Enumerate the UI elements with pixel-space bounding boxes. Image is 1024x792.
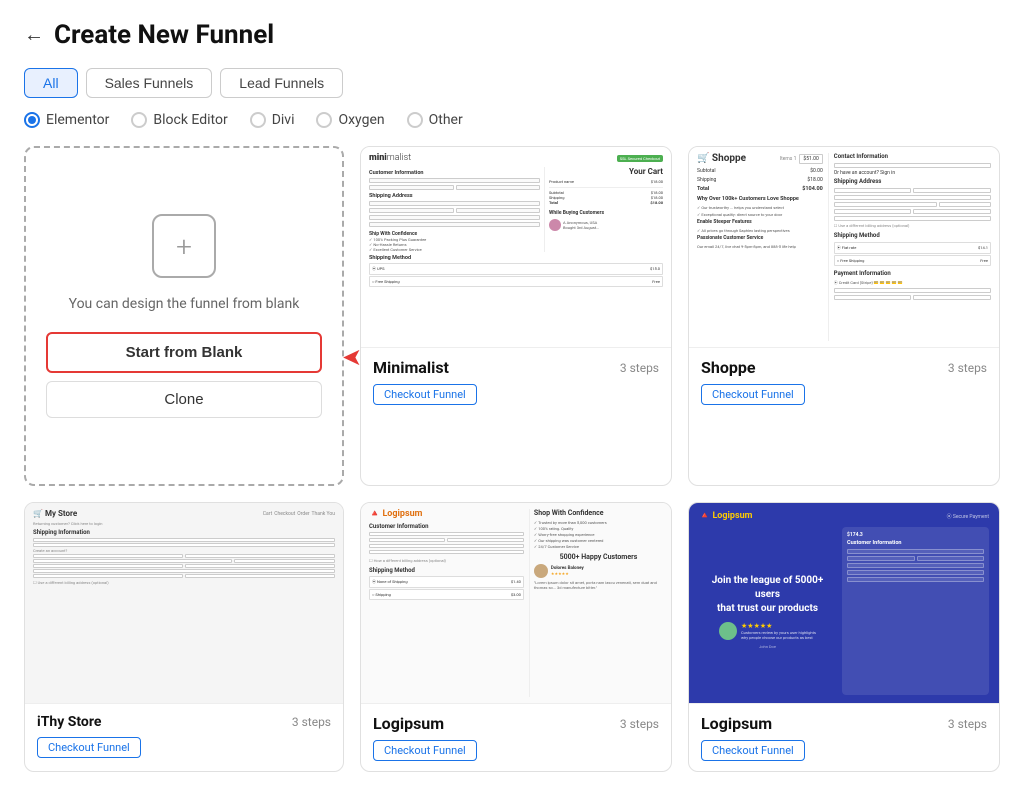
funnel-preview-minimalist: minimalist SSL Secured Checkout Customer… bbox=[361, 147, 671, 347]
funnel-name-logipsum2: Logipsum 3 steps bbox=[701, 714, 987, 733]
funnel-card-info-mystore: iThy Store 3 steps Checkout Funnel bbox=[25, 703, 343, 768]
funnel-grid-bottom: 🛒 My Store CartCheckoutOrderThank You Re… bbox=[24, 502, 1000, 772]
preview-minimalist-logo: minimalist bbox=[369, 153, 411, 163]
funnel-name-mystore: iThy Store 3 steps bbox=[37, 714, 331, 730]
radio-other-label: Other bbox=[429, 112, 463, 128]
funnel-card-info-logipsum: Logipsum 3 steps Checkout Funnel bbox=[361, 703, 671, 771]
funnel-name-minimalist: Minimalist 3 steps bbox=[373, 358, 659, 377]
preview-shipping-method: Shipping Method bbox=[369, 255, 663, 261]
funnel-card-info-shoppe: Shoppe 3 steps Checkout Funnel bbox=[689, 347, 999, 415]
funnel-name-logipsum: Logipsum 3 steps bbox=[373, 714, 659, 733]
radio-divi[interactable]: Divi bbox=[250, 112, 295, 128]
back-button[interactable]: ← bbox=[24, 24, 44, 47]
blank-card-description: You can design the funnel from blank bbox=[69, 296, 300, 312]
radio-other-circle bbox=[407, 112, 423, 128]
preview-section-shipping: Shipping Address bbox=[369, 193, 540, 199]
radio-group: Elementor Block Editor Divi Oxygen Other bbox=[24, 112, 1000, 128]
blank-card-icon: + bbox=[152, 214, 216, 278]
back-arrow-icon: ← bbox=[24, 24, 44, 47]
radio-elementor[interactable]: Elementor bbox=[24, 112, 109, 128]
page-header: ← Create New Funnel bbox=[24, 20, 1000, 50]
page-wrapper: ← Create New Funnel All Sales Funnels Le… bbox=[0, 0, 1024, 792]
radio-oxygen-label: Oxygen bbox=[338, 112, 384, 128]
funnel-card-info-logipsum2: Logipsum 3 steps Checkout Funnel bbox=[689, 703, 999, 771]
red-arrow-icon: ➤ bbox=[342, 343, 362, 371]
radio-block-editor-label: Block Editor bbox=[153, 112, 227, 128]
funnel-card-info-minimalist: Minimalist 3 steps Checkout Funnel bbox=[361, 347, 671, 415]
tab-lead-funnels[interactable]: Lead Funnels bbox=[220, 68, 343, 98]
funnel-card-mystore: 🛒 My Store CartCheckoutOrderThank You Re… bbox=[24, 502, 344, 772]
page-title: Create New Funnel bbox=[54, 20, 274, 50]
preview-ssl-badge: SSL Secured Checkout bbox=[617, 155, 663, 162]
funnel-name-shoppe: Shoppe 3 steps bbox=[701, 358, 987, 377]
radio-elementor-circle bbox=[24, 112, 40, 128]
funnel-card-shoppe: 🛒 Shoppe Items 1 $51.00 Subtotal$0.00 Sh… bbox=[688, 146, 1000, 486]
radio-elementor-label: Elementor bbox=[46, 112, 109, 128]
preview-cart-title: Your Cart bbox=[549, 167, 663, 176]
funnel-badge-mystore[interactable]: Checkout Funnel bbox=[37, 737, 141, 758]
radio-oxygen-circle bbox=[316, 112, 332, 128]
radio-divi-label: Divi bbox=[272, 112, 295, 128]
funnel-preview-logipsum2: 🔺 Logipsum ⦿ Secure Payment Join the lea… bbox=[689, 503, 999, 703]
radio-oxygen[interactable]: Oxygen bbox=[316, 112, 384, 128]
funnel-card-logipsum: 🔺 Logipsum Customer Information ☐ How a … bbox=[360, 502, 672, 772]
funnel-card-minimalist: minimalist SSL Secured Checkout Customer… bbox=[360, 146, 672, 486]
funnel-badge-minimalist[interactable]: Checkout Funnel bbox=[373, 384, 477, 405]
filter-tabs: All Sales Funnels Lead Funnels bbox=[24, 68, 1000, 98]
radio-block-editor-circle bbox=[131, 112, 147, 128]
radio-block-editor[interactable]: Block Editor bbox=[131, 112, 227, 128]
funnel-grid-top: + You can design the funnel from blank S… bbox=[24, 146, 1000, 486]
radio-other[interactable]: Other bbox=[407, 112, 463, 128]
blank-card: + You can design the funnel from blank S… bbox=[24, 146, 344, 486]
clone-button[interactable]: Clone bbox=[46, 381, 322, 418]
plus-icon: + bbox=[176, 230, 192, 263]
tab-sales-funnels[interactable]: Sales Funnels bbox=[86, 68, 213, 98]
radio-divi-circle bbox=[250, 112, 266, 128]
funnel-preview-shoppe: 🛒 Shoppe Items 1 $51.00 Subtotal$0.00 Sh… bbox=[689, 147, 999, 347]
funnel-badge-logipsum2[interactable]: Checkout Funnel bbox=[701, 740, 805, 761]
tab-all[interactable]: All bbox=[24, 68, 78, 98]
funnel-card-logipsum2: 🔺 Logipsum ⦿ Secure Payment Join the lea… bbox=[688, 502, 1000, 772]
start-blank-button[interactable]: Start from Blank bbox=[46, 332, 322, 373]
funnel-preview-mystore: 🛒 My Store CartCheckoutOrderThank You Re… bbox=[25, 503, 343, 703]
preview-section-customer: Customer Information bbox=[369, 170, 540, 176]
funnel-badge-shoppe[interactable]: Checkout Funnel bbox=[701, 384, 805, 405]
funnel-preview-logipsum: 🔺 Logipsum Customer Information ☐ How a … bbox=[361, 503, 671, 703]
funnel-badge-logipsum[interactable]: Checkout Funnel bbox=[373, 740, 477, 761]
